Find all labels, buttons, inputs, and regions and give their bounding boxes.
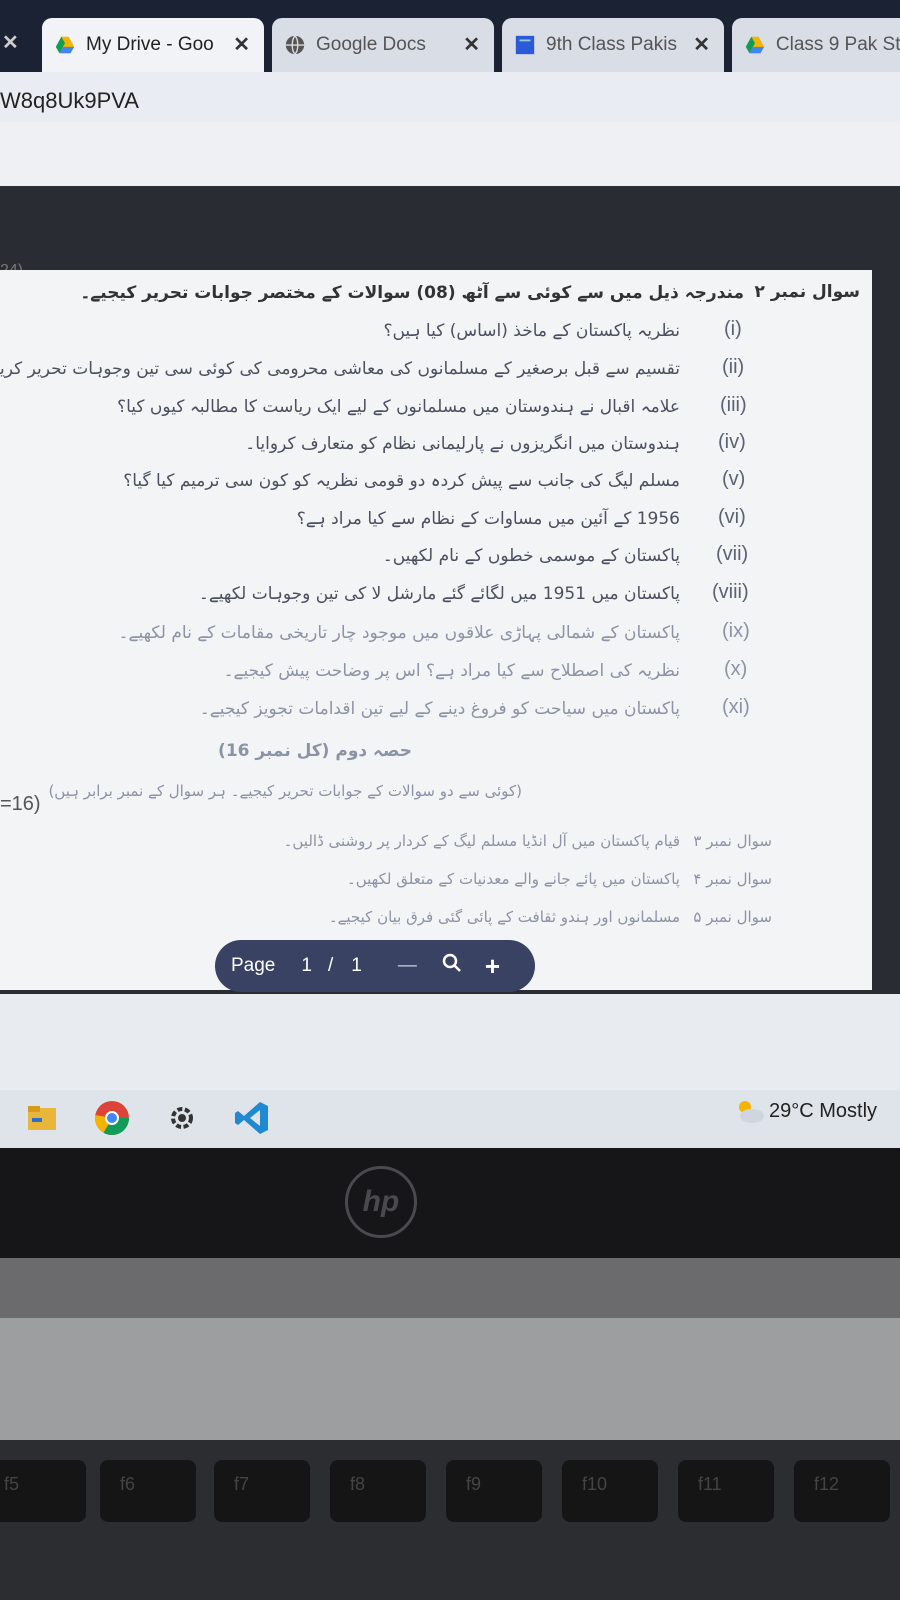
question-number: (vii) [716,543,749,565]
url-text[interactable]: W8q8Uk9PVA [0,88,139,114]
close-icon[interactable]: ✕ [2,30,19,55]
key-f5[interactable]: f5 [0,1460,86,1522]
key-f7[interactable]: f7 [214,1460,310,1522]
question-number: (ix) [722,620,750,642]
page-label: Page [231,955,276,976]
tab-title: 9th Class Pakis [546,34,677,55]
key-f6[interactable]: f6 [100,1460,196,1522]
section-note: (کوئی سے دو سوالات کے جوابات تحریر کیجیے… [48,782,522,800]
key-f8[interactable]: f8 [330,1460,426,1522]
tab-close-icon[interactable]: ✕ [233,32,250,57]
question-number: (vi) [718,506,746,528]
tab-class-9-pak-st[interactable]: Class 9 Pak St [732,18,900,72]
question-number: (ii) [722,356,745,378]
google-drive-icon [55,36,75,54]
question-number: (x) [724,658,748,680]
tab-9th-class[interactable]: 9th Class Pakis ✕ [502,18,724,72]
tab-title: My Drive - Goo [86,34,214,55]
question-text: تقسیم سے قبل برصغیر کے مسلمانوں کی معاشی… [0,359,680,379]
key-f9[interactable]: f9 [446,1460,542,1522]
question-text: پاکستان میں 1951 میں لگائے گئے مارشل لا … [198,584,680,604]
question-text: علامہ اقبال نے ہندوستان میں مسلمانوں کے … [117,397,680,417]
question-text: نظریہ کی اصطلاح سے کیا مراد ہے؟ اس پر وض… [223,661,680,681]
key-f10[interactable]: f10 [562,1460,658,1522]
current-page-input[interactable]: 1 [301,955,312,977]
question-number: (xi) [722,696,750,718]
zoom-in-button[interactable]: + [485,951,500,982]
question-text: ہندوستان میں انگریزوں نے پارلیمانی نظام … [245,434,680,454]
key-f12[interactable]: f12 [794,1460,890,1522]
laptop-deck [0,1318,900,1458]
question-number: (viii) [712,581,749,603]
zoom-out-button[interactable]: — [398,955,417,977]
weather-cloud-icon [739,1101,764,1123]
tab-close-icon[interactable]: ✕ [463,32,480,57]
long-question-number: سوال نمبر ۵ [693,908,772,926]
long-question-text: مسلمانوں اور ہندو ثقافت کے پائی گئی فرق … [328,908,680,926]
question-header-text: مندرجہ ذیل میں سے کوئی سے آٹھ (08) سوالا… [80,283,744,303]
long-question-number: سوال نمبر ۳ [693,832,772,850]
tab-google-docs[interactable]: Google Docs ✕ [272,18,494,72]
tab-my-drive[interactable]: My Drive - Goo ✕ [42,18,264,72]
long-question-text: قیام پاکستان میں آل انڈیا مسلم لیگ کے کر… [283,832,680,850]
question-text: 1956 کے آئین میں مساوات کے نظام سے کیا م… [296,509,680,529]
chrome-icon[interactable] [92,1098,132,1138]
weather-text: 29°C Mostly [769,1099,878,1122]
question-number: (i) [724,318,742,340]
file-explorer-icon[interactable] [22,1098,62,1138]
screen-bottom-area [0,994,900,1090]
pdf-page-toolbar: Page 1 / 1 — + [215,940,535,992]
question-text: مسلم لیگ کی جانب سے پیش کردہ دو قومی نظر… [123,471,680,491]
question-number: (v) [722,468,746,490]
question-text: پاکستان میں سیاحت کو فروغ دینے کے لیے تی… [199,699,680,719]
long-question-text: پاکستان میں پائے جانے والے معدنیات کے مت… [346,870,680,888]
left-margin-mark: =16) [0,793,41,815]
question-text: پاکستان کے موسمی خطوں کے نام لکھیں۔ [382,546,680,566]
tab-title: Class 9 Pak St [775,34,900,55]
section-title: حصہ دوم (کل نمبر 16) [218,741,412,761]
zoom-icon[interactable] [441,952,463,980]
long-question-number: سوال نمبر ۴ [693,870,772,888]
question-number: (iii) [720,394,747,416]
question-text: نظریہ پاکستان کے ماخذ (اساس) کیا ہیں؟ [383,321,680,341]
viewer-top-area [0,122,900,186]
weather-widget[interactable]: 29°C Mostly [735,1098,877,1124]
laptop-bezel [0,1148,900,1258]
tab-title: Google Docs [316,34,426,55]
doc-icon [515,35,535,55]
key-f11[interactable]: f11 [678,1460,774,1522]
browser-tab-strip: ✕ My Drive - Goo ✕ Google Docs ✕ 9th Cla… [0,0,900,72]
page-separator: / [327,955,334,976]
total-pages: 1 [351,955,362,976]
vscode-icon[interactable] [232,1098,272,1138]
tab-close-icon[interactable]: ✕ [693,32,710,57]
question-number: (iv) [718,431,746,453]
globe-icon [285,35,305,55]
google-drive-icon [745,36,765,54]
question-header-number: سوال نمبر ۲ [754,282,860,302]
laptop-hinge [0,1258,900,1318]
settings-gear-icon[interactable] [162,1098,202,1138]
pdf-page: مندرجہ ذیل میں سے کوئی سے آٹھ (08) سوالا… [0,270,872,990]
question-text: پاکستان کے شمالی پہاڑی علاقوں میں موجود … [118,623,680,643]
hp-logo: hp [345,1166,417,1238]
